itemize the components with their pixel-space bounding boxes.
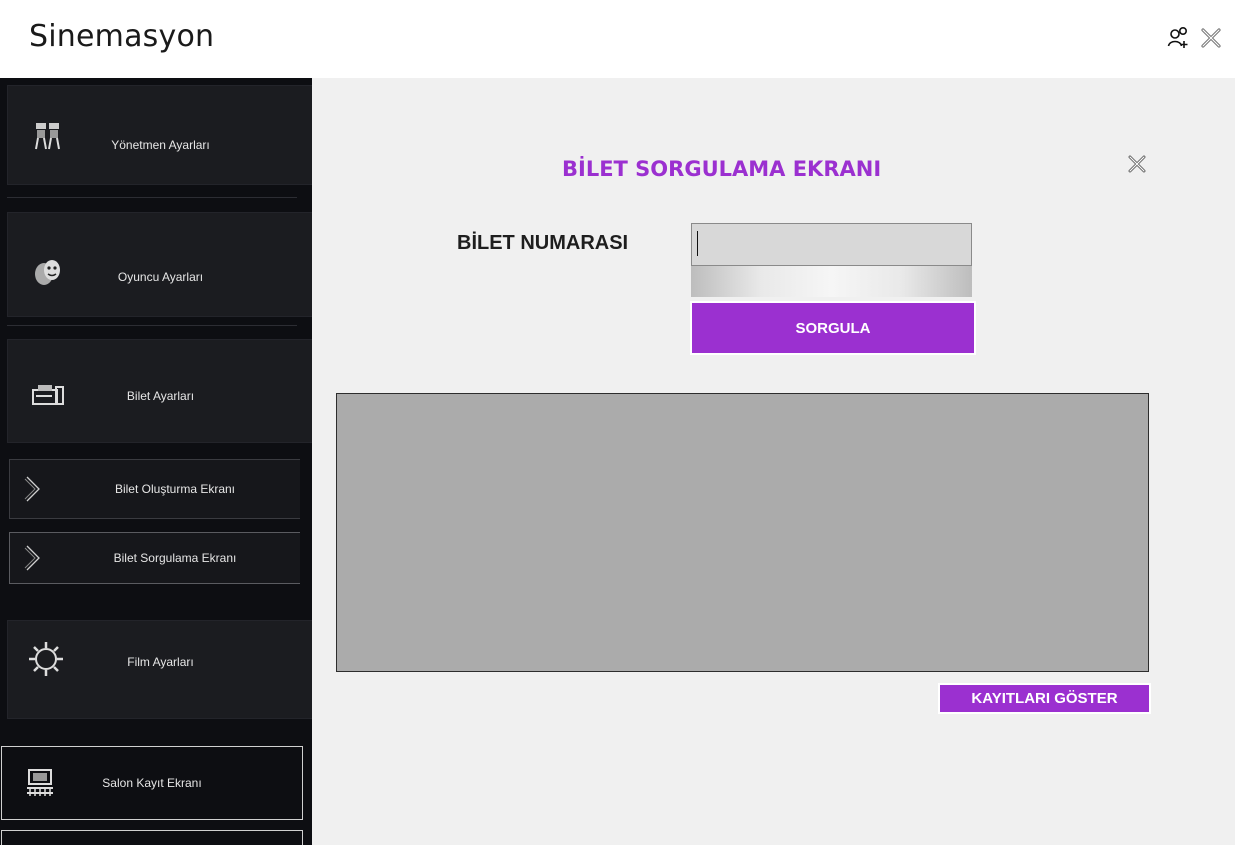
sidebar-item-actors[interactable]: Oyuncu Ayarları	[7, 212, 312, 317]
sidebar-item-label: Film Ayarları	[127, 655, 194, 669]
sidebar-item-label: Oyuncu Ayarları	[117, 270, 204, 284]
sidebar-item-label: Salon Kayıt Ekranı	[102, 776, 202, 790]
chevron-right-icon	[24, 545, 40, 571]
app-title: Sinemasyon	[29, 19, 215, 54]
add-user-icon[interactable]	[1167, 26, 1191, 50]
close-icon[interactable]	[1199, 26, 1223, 50]
input-underline-strip	[691, 266, 972, 297]
sidebar-subitem-ticket-query[interactable]: Bilet Sorgulama Ekranı	[9, 532, 300, 584]
page-title: BİLET SORGULAMA EKRANI	[562, 157, 882, 181]
sidebar-item-films[interactable]: Film Ayarları	[7, 620, 312, 719]
results-grid[interactable]	[336, 393, 1149, 672]
sidebar-item-label: Bilet Oluşturma Ekranı	[114, 482, 236, 496]
main-panel: BİLET SORGULAMA EKRANI BİLET NUMARASI SO…	[312, 78, 1235, 845]
sidebar-item-directors[interactable]: Yönetmen Ayarları	[7, 85, 312, 185]
chevron-right-icon	[24, 476, 40, 502]
query-button[interactable]: SORGULA	[690, 301, 976, 355]
sidebar-item-hall-registration[interactable]: Salon Kayıt Ekranı	[1, 746, 303, 820]
sidebar-item-label: Yönetmen Ayarları	[111, 138, 210, 152]
title-bar: Sinemasyon	[0, 0, 1235, 78]
sidebar-item-partial[interactable]	[1, 830, 303, 845]
sidebar-item-label: Bilet Ayarları	[126, 389, 195, 403]
show-records-button[interactable]: KAYITLARI GÖSTER	[938, 683, 1151, 714]
sidebar: Yönetmen Ayarları Oyuncu Ayarları Bilet …	[0, 78, 312, 845]
close-icon[interactable]	[1126, 153, 1148, 175]
divider	[7, 325, 297, 326]
sidebar-item-label: Bilet Sorgulama Ekranı	[113, 551, 237, 565]
text-cursor	[697, 231, 698, 256]
sidebar-subitem-ticket-create[interactable]: Bilet Oluşturma Ekranı	[9, 459, 300, 519]
sidebar-item-tickets[interactable]: Bilet Ayarları	[7, 339, 312, 443]
ticket-number-label: BİLET NUMARASI	[457, 232, 629, 254]
divider	[7, 197, 297, 198]
ticket-number-input[interactable]	[691, 223, 972, 266]
